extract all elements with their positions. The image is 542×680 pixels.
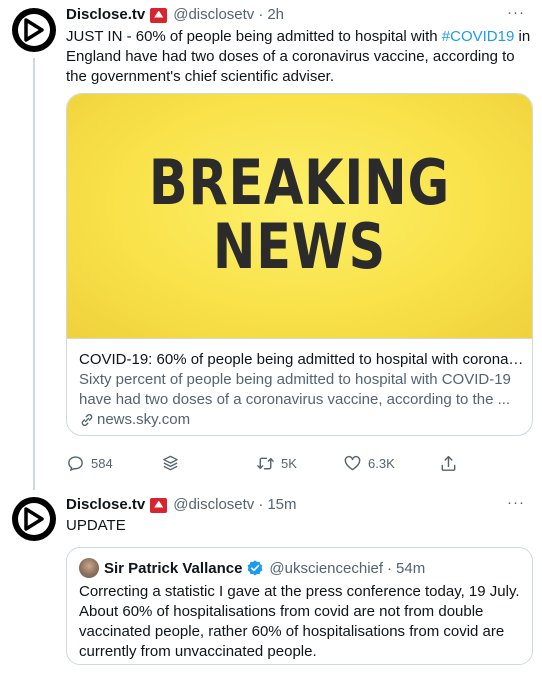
share-icon — [441, 455, 456, 471]
play-icon — [24, 18, 44, 42]
disclosetv-avatar[interactable] — [12, 497, 56, 541]
tweet-text: JUST IN - 60% of people being admitted t… — [66, 27, 532, 87]
separator: · — [258, 6, 264, 23]
flag-icon — [150, 7, 168, 23]
play-icon — [24, 507, 44, 531]
reply-button[interactable]: 584 — [66, 452, 113, 474]
link-icon — [81, 413, 93, 427]
card-info: COVID-19: 60% of people being admitted t… — [79, 350, 524, 430]
tweet-time[interactable]: 15m — [267, 495, 296, 515]
retweet-icon — [257, 457, 274, 469]
image-text-news: NEWS — [212, 210, 387, 283]
author-handle[interactable]: @disclosetv — [173, 5, 254, 25]
reply-icon — [68, 455, 83, 471]
quote-separator: · — [387, 559, 393, 577]
link-card[interactable]: BREAKING NEWS COVID-19: 60% of people be… — [66, 93, 533, 436]
flag-icon — [150, 497, 168, 513]
image-text-breaking: BREAKING — [148, 146, 451, 219]
tweet-text: UPDATE — [66, 517, 126, 534]
reply-count: 584 — [91, 455, 113, 471]
tweet-header: Disclose.tv @disclosetv · 2h — [66, 5, 284, 25]
tweet-1[interactable]: Disclose.tv @disclosetv · 2h ··· JUST IN… — [0, 0, 542, 490]
author-name[interactable]: Disclose.tv — [66, 495, 145, 515]
quote-author-name[interactable]: Sir Patrick Vallance — [104, 560, 242, 577]
tweet-time[interactable]: 2h — [267, 5, 284, 25]
quote-text: Correcting a statistic I gave at the pre… — [79, 583, 520, 660]
tweet-actions: 584 5K 6.3K — [66, 452, 476, 474]
like-count: 6.3K — [368, 455, 395, 471]
verified-icon — [248, 560, 263, 576]
stack-button[interactable] — [161, 452, 180, 474]
more-icon[interactable]: ··· — [504, 495, 528, 515]
quote-time[interactable]: 54m — [396, 560, 425, 577]
share-button[interactable] — [439, 452, 458, 474]
more-icon[interactable]: ··· — [504, 5, 528, 25]
stack-icon — [163, 455, 178, 470]
retweet-button[interactable]: 5K — [256, 452, 297, 474]
tweet-header: Disclose.tv @disclosetv · 15m — [66, 495, 297, 515]
retweet-count: 5K — [281, 455, 297, 471]
author-handle[interactable]: @disclosetv — [173, 495, 254, 515]
thread-line — [33, 58, 35, 490]
author-name[interactable]: Disclose.tv — [66, 5, 145, 25]
card-title: COVID-19: 60% of people being admitted t… — [79, 351, 524, 368]
hashtag-link[interactable]: #COVID19 — [442, 28, 515, 45]
like-button[interactable]: 6.3K — [343, 452, 395, 474]
quote-author-handle[interactable]: @uksciencechief — [269, 560, 383, 577]
quoted-tweet[interactable]: Sir Patrick Vallance @uksciencechief · 5… — [66, 547, 533, 665]
tweet-2[interactable]: Disclose.tv @disclosetv · 15m ··· UPDATE… — [0, 487, 542, 680]
disclosetv-avatar[interactable] — [12, 8, 56, 52]
card-domain: news.sky.com — [79, 410, 524, 430]
card-domain-text: news.sky.com — [97, 411, 191, 428]
separator: · — [258, 496, 264, 513]
quote-avatar[interactable] — [79, 558, 99, 578]
tweet-text-start: JUST IN - 60% of people being admitted t… — [66, 28, 442, 45]
like-icon — [344, 455, 361, 470]
card-description: Sixty percent of people being admitted t… — [79, 371, 511, 408]
quote-header: Sir Patrick Vallance @uksciencechief · 5… — [79, 558, 425, 578]
card-image[interactable]: BREAKING NEWS — [67, 94, 532, 339]
